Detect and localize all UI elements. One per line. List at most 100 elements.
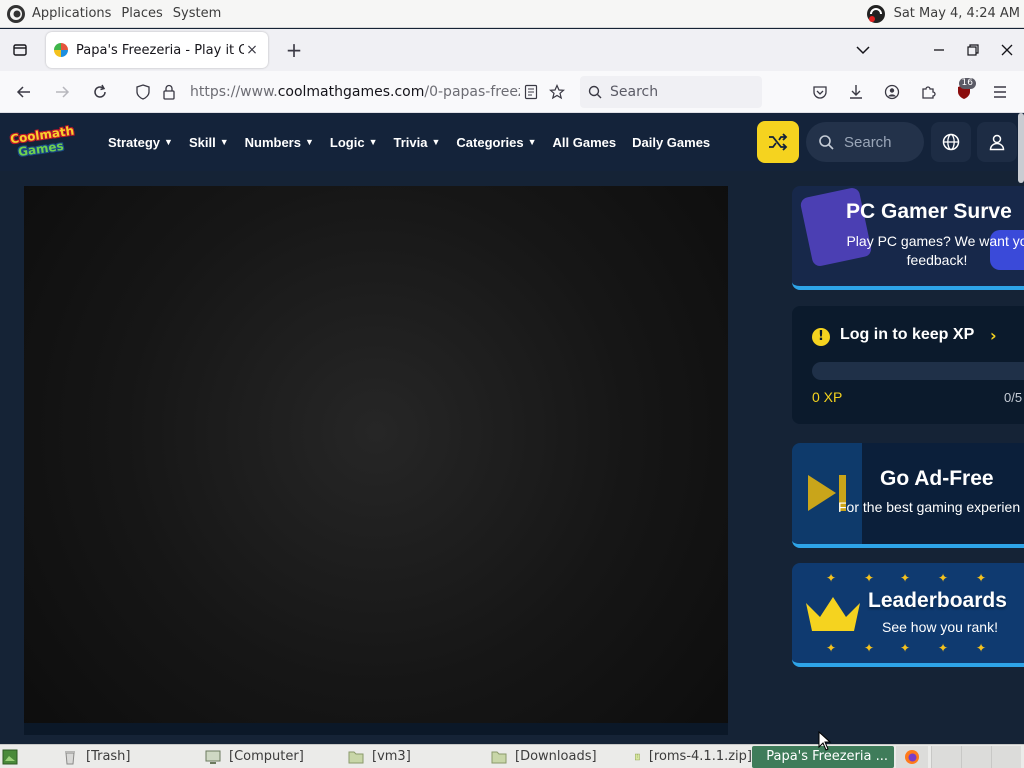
hamburger-menu-icon bbox=[994, 85, 1006, 98]
taskbar-vm3-label: [vm3] bbox=[372, 749, 411, 764]
site-nav: Strategy ▼ Skill ▼ Numbers ▼ Logic ▼ Trivia ▼… bbox=[108, 135, 726, 150]
nav-categories-label: Categories bbox=[456, 134, 524, 150]
extensions-button[interactable] bbox=[910, 74, 946, 110]
extension-badge: 16 bbox=[958, 77, 976, 89]
star-icon: ✦ bbox=[976, 641, 987, 655]
taskbar-downloads-label: [Downloads] bbox=[515, 749, 597, 764]
update-notifier-icon[interactable] bbox=[866, 4, 886, 24]
taskbar: [Trash] [Computer] [vm3] [Downloads] [ro… bbox=[0, 744, 1024, 768]
url-prefix: https://www. bbox=[190, 83, 278, 100]
taskbar-computer-label: [Computer] bbox=[229, 749, 304, 764]
star-icon: ✦ bbox=[938, 641, 949, 655]
ad-free-illustration bbox=[792, 443, 862, 544]
game-canvas[interactable] bbox=[24, 186, 728, 733]
distro-logo-icon[interactable] bbox=[6, 4, 26, 24]
ad-free-subtitle: For the best gaming experien bbox=[838, 499, 1021, 515]
show-desktop-button[interactable] bbox=[2, 746, 26, 768]
lock-icon[interactable] bbox=[158, 81, 180, 103]
taskbar-computer[interactable]: [Computer] bbox=[183, 746, 326, 768]
downloads-button[interactable] bbox=[838, 74, 874, 110]
taskbar-trash[interactable]: [Trash] bbox=[40, 746, 183, 768]
url-host: coolmathgames.com bbox=[277, 83, 425, 100]
reload-button[interactable] bbox=[82, 74, 118, 110]
nav-daily-games-label: Daily Games bbox=[632, 134, 711, 150]
chevron-down-icon: ▼ bbox=[304, 137, 314, 147]
taskbar-roms-zip[interactable]: [roms-4.1.1.zip] bbox=[612, 746, 752, 768]
xp-value: 0 XP bbox=[812, 389, 843, 405]
tab-papas-freezeria[interactable]: Papa's Freezeria - Play it On × bbox=[46, 32, 268, 68]
ublock-origin-button[interactable]: 16 bbox=[946, 74, 982, 110]
minimize-icon bbox=[934, 49, 944, 51]
places-menu[interactable]: Places bbox=[121, 6, 162, 21]
nav-logic[interactable]: Logic ▼ bbox=[330, 135, 378, 150]
download-icon bbox=[850, 84, 862, 99]
taskbar-downloads[interactable]: [Downloads] bbox=[469, 746, 612, 768]
taskbar-firefox-label: Papa's Freezeria ... bbox=[766, 749, 888, 764]
account-button[interactable] bbox=[874, 74, 910, 110]
show-desktop-icon bbox=[2, 749, 18, 764]
app-menu-button[interactable] bbox=[982, 74, 1018, 110]
site-search-placeholder: Search bbox=[844, 133, 892, 151]
url-bar[interactable]: https://www.coolmathgames.com/0-papas-fr… bbox=[132, 75, 572, 109]
browser-search-input[interactable]: Search bbox=[580, 75, 762, 108]
nav-all-games[interactable]: All Games bbox=[553, 135, 617, 150]
forward-button[interactable] bbox=[44, 74, 80, 110]
nav-trivia[interactable]: Trivia ▼ bbox=[394, 135, 441, 150]
leaderboards-card[interactable]: ✦ ✦ ✦ ✦ ✦ ✦ ✦ ✦ ✦ ✦ Leaderboards See how… bbox=[792, 563, 1024, 667]
language-button[interactable] bbox=[931, 122, 971, 162]
close-icon bbox=[1001, 44, 1013, 56]
workspace-2[interactable] bbox=[961, 745, 991, 768]
new-tab-button[interactable]: + bbox=[276, 32, 312, 68]
nav-skill[interactable]: Skill ▼ bbox=[189, 135, 229, 150]
puzzle-icon bbox=[922, 85, 936, 99]
tab-title: Papa's Freezeria - Play it On bbox=[76, 42, 244, 58]
bookmark-star-icon[interactable] bbox=[546, 81, 568, 103]
user-profile-button[interactable] bbox=[977, 122, 1017, 162]
taskbar-roms-zip-label: [roms-4.1.1.zip] bbox=[648, 749, 752, 764]
close-window-button[interactable] bbox=[990, 29, 1024, 71]
system-menu[interactable]: System bbox=[173, 6, 221, 21]
workspace-1[interactable] bbox=[931, 745, 961, 768]
folder-icon bbox=[491, 751, 507, 763]
firefox-view-button[interactable] bbox=[0, 29, 40, 71]
pc-gamer-survey-card[interactable]: PC Gamer Surve Play PC games? We want yo… bbox=[792, 186, 1024, 290]
nav-daily-games[interactable]: Daily Games bbox=[632, 135, 710, 150]
workspace-3[interactable] bbox=[991, 745, 1021, 768]
random-game-button[interactable] bbox=[757, 121, 799, 163]
url-text[interactable]: https://www.coolmathgames.com/0-papas-fr… bbox=[190, 84, 520, 100]
reader-view-icon[interactable] bbox=[520, 81, 542, 103]
crown-icon bbox=[806, 597, 860, 631]
chevron-right-icon[interactable]: › bbox=[990, 326, 997, 345]
tracking-protection-icon[interactable] bbox=[132, 81, 154, 103]
pocket-button[interactable] bbox=[802, 74, 838, 110]
close-tab-icon[interactable]: × bbox=[244, 42, 260, 58]
maximize-button[interactable] bbox=[956, 29, 990, 71]
clock[interactable]: Sat May 4, 4:24 AM bbox=[894, 6, 1020, 21]
firefox-launcher[interactable] bbox=[896, 745, 928, 768]
nav-strategy[interactable]: Strategy ▼ bbox=[108, 135, 173, 150]
go-ad-free-card[interactable]: Go Ad-Free For the best gaming experien bbox=[792, 443, 1024, 548]
back-button[interactable] bbox=[6, 74, 42, 110]
leaderboards-title: Leaderboards bbox=[868, 589, 1007, 612]
page-scrollbar[interactable] bbox=[1018, 113, 1024, 183]
pocket-icon bbox=[813, 85, 827, 99]
trash-icon bbox=[65, 750, 75, 764]
chevron-down-icon: ▼ bbox=[219, 137, 229, 147]
applications-menu[interactable]: Applications bbox=[32, 6, 111, 21]
chevron-down-icon: ▼ bbox=[431, 137, 441, 147]
list-all-tabs-button[interactable] bbox=[846, 29, 880, 71]
coolmath-games-logo[interactable]: Coolmath Games bbox=[8, 122, 76, 162]
account-icon bbox=[884, 84, 900, 99]
minimize-button[interactable] bbox=[922, 29, 956, 71]
site-search-input[interactable]: Search bbox=[806, 122, 924, 162]
play-skip-icon bbox=[808, 475, 846, 511]
taskbar-vm3[interactable]: [vm3] bbox=[326, 746, 469, 768]
nav-categories[interactable]: Categories ▼ bbox=[456, 135, 536, 150]
star-icon: ✦ bbox=[826, 641, 837, 655]
nav-numbers[interactable]: Numbers ▼ bbox=[245, 135, 314, 150]
shuffle-icon bbox=[769, 133, 788, 151]
reload-icon bbox=[94, 84, 106, 98]
url-path: /0-papas-freezeria bbox=[424, 83, 520, 100]
login-xp-link[interactable]: Log in to keep XP bbox=[840, 326, 974, 344]
globe-icon bbox=[942, 133, 960, 151]
